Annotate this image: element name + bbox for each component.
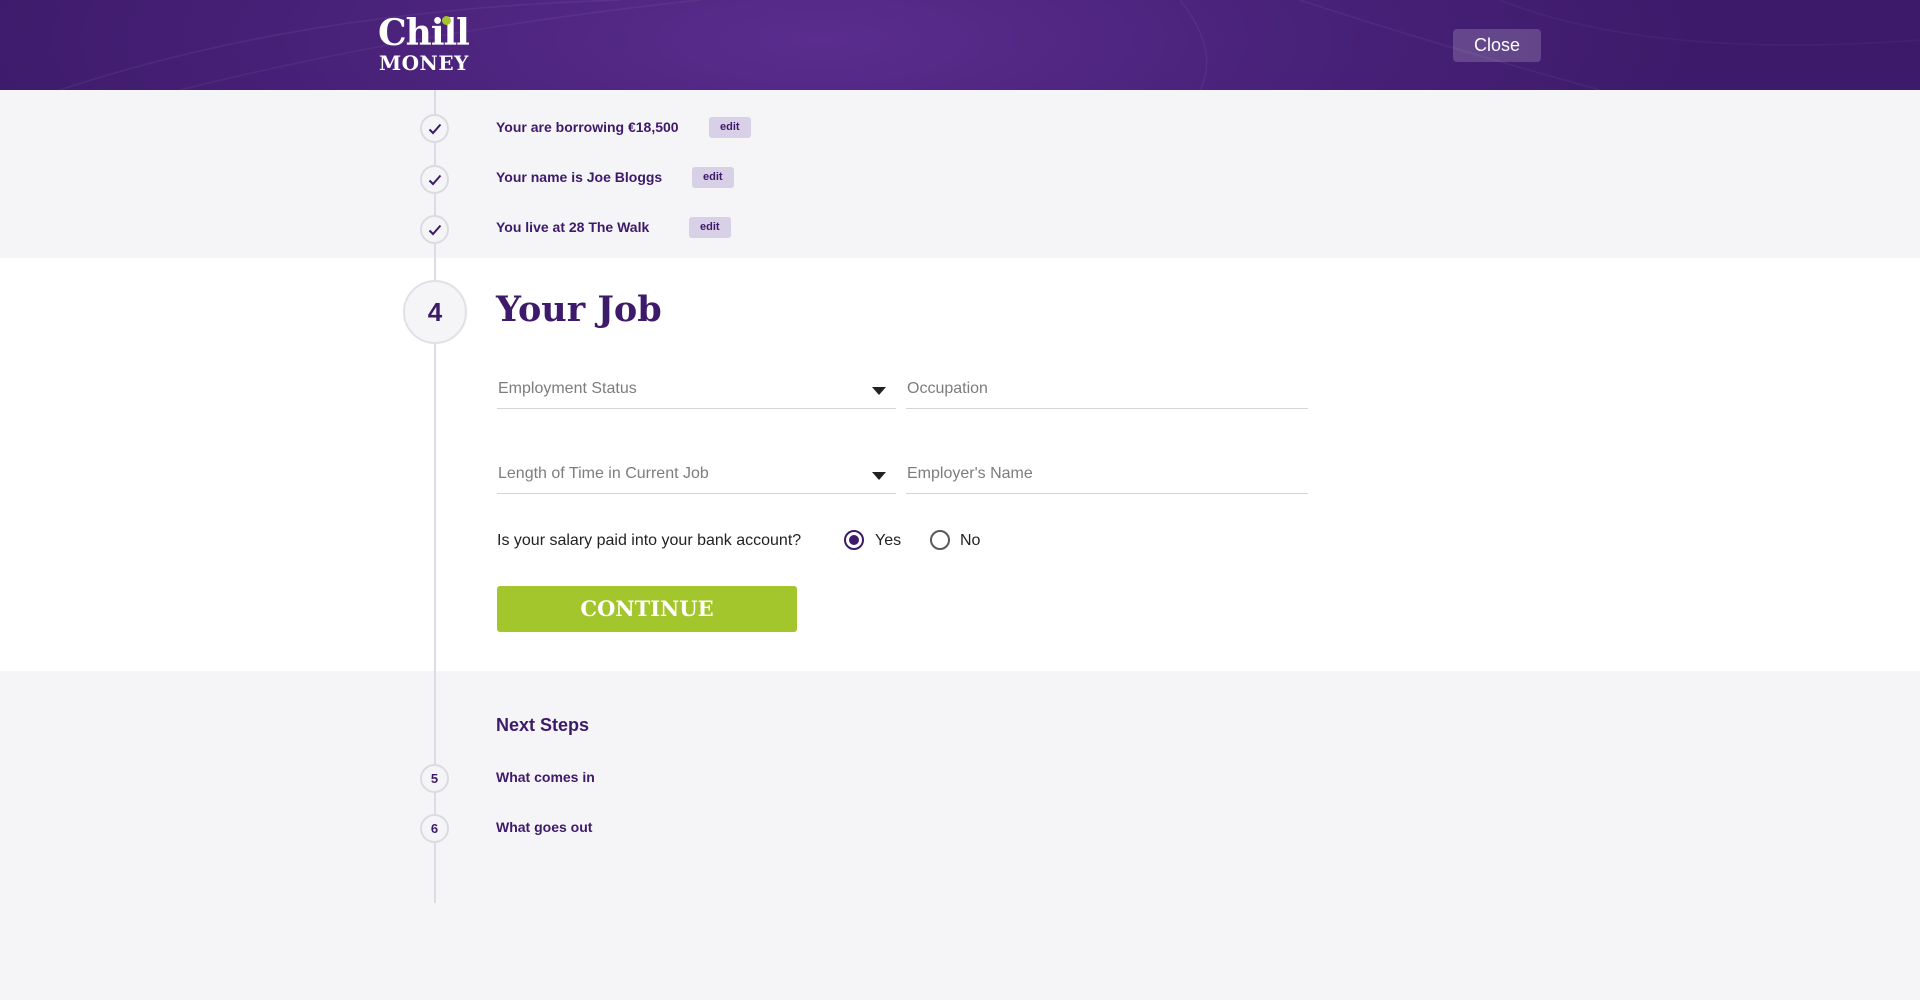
salary-yes-radio[interactable]: [844, 530, 864, 550]
completed-step-amount: Your are borrowing €18,500: [496, 119, 679, 135]
occupation-placeholder: Occupation: [907, 380, 988, 397]
salary-no-label[interactable]: No: [960, 531, 980, 551]
salary-yes-label[interactable]: Yes: [875, 531, 901, 551]
salary-question: Is your salary paid into your bank accou…: [497, 532, 802, 549]
step-number-5: 5: [420, 764, 449, 793]
chill-money-logo[interactable]: Chill MONEY: [378, 14, 490, 76]
completed-steps-section: [0, 90, 1920, 258]
check-icon: [420, 114, 449, 143]
page-title: Your Job: [496, 289, 662, 330]
logo-text-chill: Chill: [378, 12, 470, 54]
completed-step-name: Your name is Joe Bloggs: [496, 169, 663, 185]
continue-button[interactable]: CONTINUE: [497, 586, 797, 632]
edit-address-button[interactable]: edit: [689, 217, 731, 238]
next-steps-section: [0, 671, 1920, 1000]
occupation-field[interactable]: Occupation: [906, 375, 1308, 409]
edit-name-button[interactable]: edit: [692, 167, 734, 188]
logo-text-money: MONEY: [379, 51, 469, 75]
chevron-down-icon: [872, 387, 886, 395]
time-in-job-placeholder: Length of Time in Current Job: [498, 465, 709, 482]
edit-amount-button[interactable]: edit: [709, 117, 751, 138]
top-header: Chill MONEY Close: [0, 0, 1920, 90]
step-number-badge: 4: [403, 280, 467, 344]
step-number-6: 6: [420, 814, 449, 843]
next-step-what-comes-in: What comes in: [496, 769, 595, 785]
employer-name-placeholder: Employer's Name: [907, 465, 1033, 482]
employer-name-field[interactable]: Employer's Name: [906, 460, 1308, 494]
next-step-what-goes-out: What goes out: [496, 819, 593, 835]
salary-no-radio[interactable]: [930, 530, 950, 550]
close-button[interactable]: Close: [1453, 29, 1541, 62]
next-steps-heading: Next Steps: [496, 715, 590, 735]
check-icon: [420, 215, 449, 244]
employment-status-select[interactable]: Employment Status: [497, 375, 896, 409]
logo-dot: [442, 16, 451, 25]
employment-status-placeholder: Employment Status: [498, 380, 637, 397]
completed-step-address: You live at 28 The Walk: [496, 219, 650, 235]
header-decoration: [59, 0, 1920, 90]
chevron-down-icon: [872, 472, 886, 480]
time-in-job-select[interactable]: Length of Time in Current Job: [497, 460, 896, 494]
check-icon: [420, 165, 449, 194]
